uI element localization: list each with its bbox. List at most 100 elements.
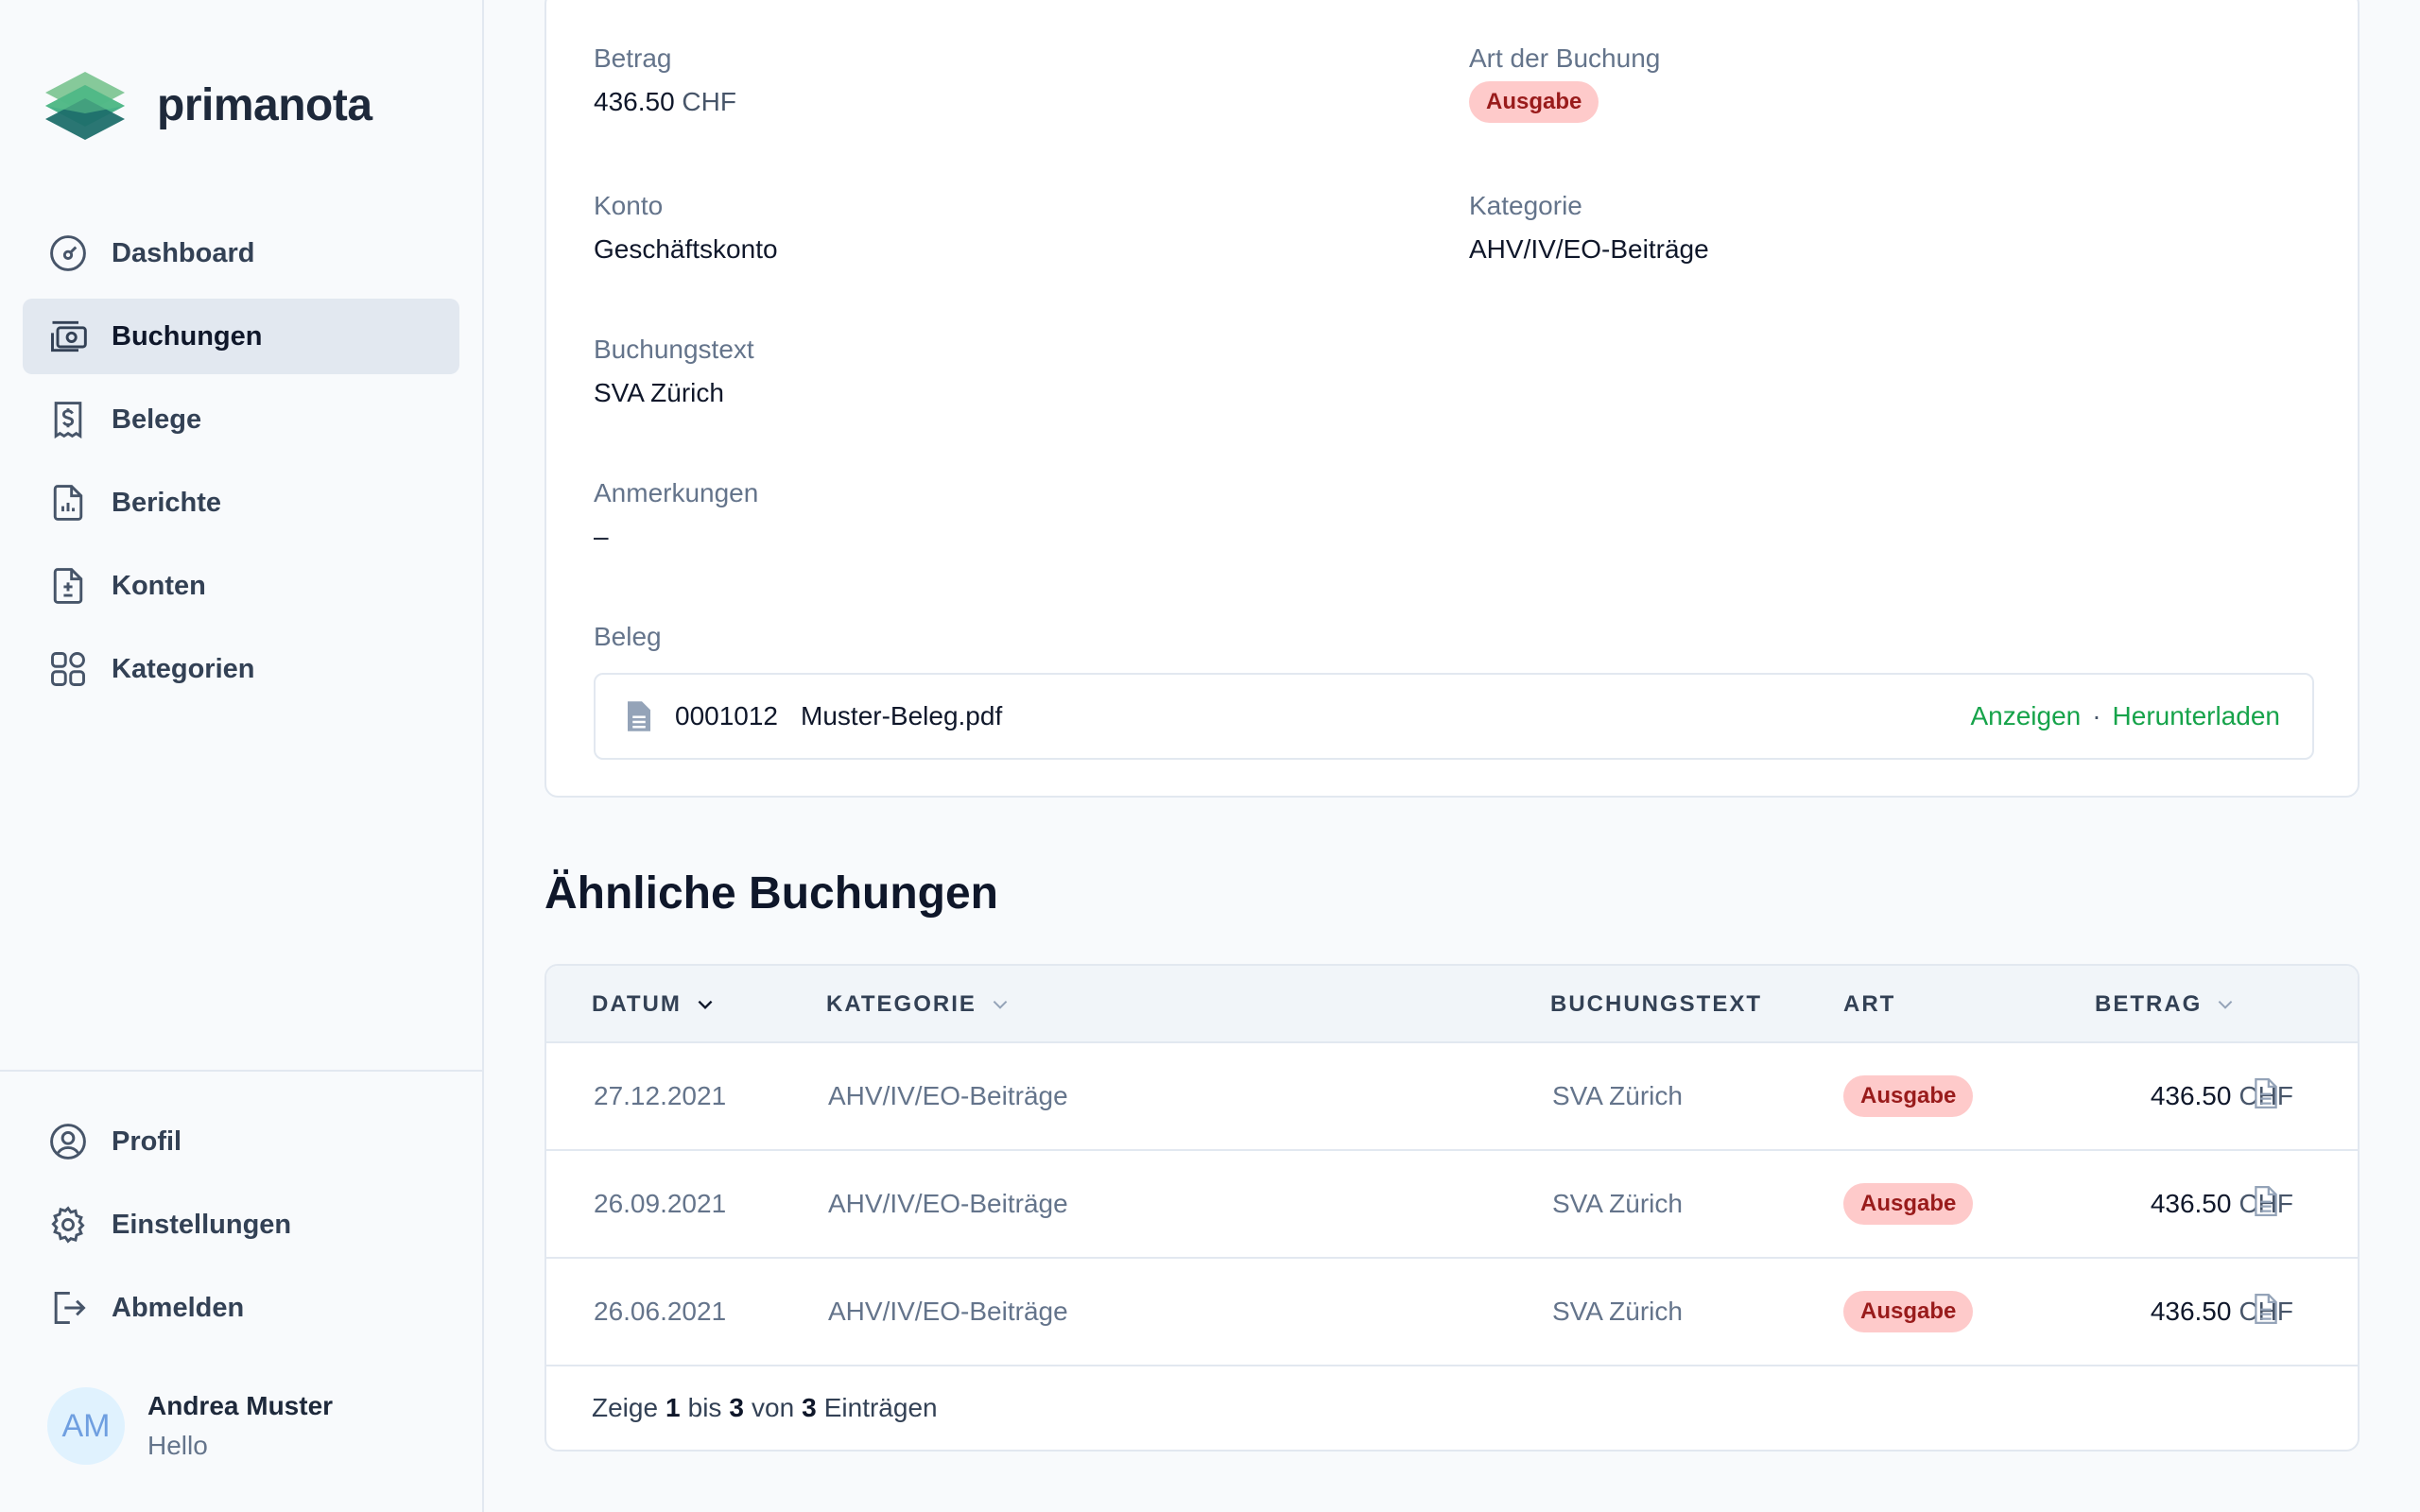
- cell-buchungstext: SVA Zürich: [1552, 1297, 1683, 1326]
- user-name: Andrea Muster: [147, 1391, 334, 1420]
- field-label: Buchungstext: [594, 335, 754, 364]
- field-value: SVA Zürich: [594, 378, 724, 407]
- sidebar-item-label: Konten: [112, 570, 206, 601]
- field-betrag: Betrag 436.50 CHF: [594, 43, 736, 117]
- sidebar-item-kategorien[interactable]: Kategorien: [23, 631, 459, 707]
- grid-icon: [47, 648, 89, 690]
- booking-detail-card: Betrag 436.50 CHF Art der Buchung Ausgab…: [544, 0, 2360, 798]
- chevron-down-icon: [993, 1000, 1008, 1009]
- cash-icon: [47, 316, 89, 357]
- cell-document[interactable]: [2252, 1043, 2280, 1149]
- status-badge: Ausgabe: [1843, 1291, 1974, 1332]
- document-icon: [628, 701, 650, 731]
- gear-icon: [47, 1204, 89, 1246]
- chevron-down-icon: [698, 1000, 713, 1010]
- sidebar-item-label: Einstellungen: [112, 1209, 292, 1240]
- attachment-number: 0001012: [675, 701, 779, 730]
- column-header-datum[interactable]: DATUM: [592, 966, 716, 1043]
- brand[interactable]: primanota: [42, 68, 372, 142]
- cell-datum: 26.06.2021: [594, 1297, 727, 1326]
- view-attachment-link[interactable]: Anzeigen: [1970, 701, 2081, 731]
- cell-kategorie: AHV/IV/EO-Beiträge: [828, 1297, 1068, 1326]
- pagination-mid2: von: [752, 1393, 795, 1422]
- column-header-betrag[interactable]: BETRAG: [2095, 966, 2236, 1043]
- field-art: Art der Buchung Ausgabe: [1469, 43, 1660, 123]
- similar-bookings-table: DATUM KATEGORIE BUCHUNGSTEXT ART BETRAG …: [544, 964, 2360, 1452]
- chevron-down-icon: [2219, 1000, 2233, 1009]
- field-anmerkungen: Anmerkungen –: [594, 478, 758, 552]
- sidebar-divider: [0, 1070, 484, 1072]
- separator: ·: [2092, 701, 2101, 730]
- download-attachment-link[interactable]: Herunterladen: [2113, 701, 2280, 731]
- field-buchungstext: Buchungstext SVA Zürich: [594, 335, 754, 408]
- user-subtitle: Hello: [147, 1431, 208, 1460]
- user-profile[interactable]: AM Andrea Muster Hello: [47, 1387, 333, 1465]
- main-nav: Dashboard Buchungen Belege Berichte Kont…: [23, 215, 459, 714]
- pagination-prefix: Zeige: [592, 1393, 659, 1422]
- logout-icon: [47, 1287, 89, 1329]
- gauge-icon: [47, 232, 89, 274]
- logo-icon: [45, 72, 125, 140]
- attachment-filename: Muster-Beleg.pdf: [801, 701, 1003, 730]
- category-link[interactable]: AHV/IV/EO-Beiträge: [1469, 234, 1709, 265]
- sidebar-item-label: Buchungen: [112, 320, 263, 352]
- avatar: AM: [47, 1387, 125, 1465]
- sidebar-item-dashboard[interactable]: Dashboard: [23, 215, 459, 291]
- amount-value: 436.50: [2150, 1297, 2232, 1326]
- table-row[interactable]: 26.06.2021 AHV/IV/EO-Beiträge SVA Zürich…: [546, 1259, 2358, 1366]
- field-label: Anmerkungen: [594, 478, 759, 507]
- sidebar-item-buchungen[interactable]: Buchungen: [23, 299, 459, 374]
- document-plusminus-icon: [47, 565, 89, 607]
- column-label: BETRAG: [2095, 991, 2203, 1017]
- field-label: Kategorie: [1469, 191, 1582, 220]
- section-title: Ähnliche Buchungen: [544, 868, 998, 919]
- sidebar-item-profil[interactable]: Profil: [23, 1104, 459, 1179]
- amount-value: 436.50: [2150, 1189, 2232, 1218]
- column-header-art: ART: [1843, 966, 1895, 1043]
- sidebar-item-konten[interactable]: Konten: [23, 548, 459, 624]
- pagination-to: 3: [729, 1393, 744, 1422]
- sidebar-item-label: Dashboard: [112, 237, 255, 268]
- table-row[interactable]: 27.12.2021 AHV/IV/EO-Beiträge SVA Zürich…: [546, 1043, 2358, 1151]
- sidebar-item-berichte[interactable]: Berichte: [23, 465, 459, 541]
- column-label: KATEGORIE: [826, 991, 977, 1017]
- pagination-mid1: bis: [687, 1393, 722, 1422]
- status-badge: Ausgabe: [1843, 1075, 1974, 1117]
- report-icon: [47, 482, 89, 524]
- field-konto: Konto Geschäftskonto: [594, 191, 778, 265]
- cell-art: Ausgabe: [1843, 1151, 1974, 1257]
- field-value: –: [594, 522, 609, 551]
- column-label: DATUM: [592, 991, 682, 1017]
- column-header-buchungstext: BUCHUNGSTEXT: [1550, 966, 1762, 1043]
- field-beleg: Beleg: [594, 622, 662, 652]
- column-label: ART: [1843, 991, 1896, 1017]
- field-kategorie: Kategorie AHV/IV/EO-Beiträge: [1469, 191, 1709, 265]
- cell-kategorie: AHV/IV/EO-Beiträge: [828, 1189, 1068, 1218]
- cell-datum: 27.12.2021: [594, 1081, 727, 1110]
- sidebar-item-label: Profil: [112, 1125, 182, 1157]
- cell-datum: 26.09.2021: [594, 1189, 727, 1218]
- pagination-info: Zeige 1 bis 3 von 3 Einträgen: [546, 1366, 2358, 1450]
- sidebar-item-einstellungen[interactable]: Einstellungen: [23, 1187, 459, 1263]
- field-label: Betrag: [594, 43, 672, 73]
- sidebar-item-label: Abmelden: [112, 1292, 245, 1323]
- cell-art: Ausgabe: [1843, 1043, 1974, 1149]
- cell-document[interactable]: [2252, 1259, 2280, 1365]
- status-badge: Ausgabe: [1469, 81, 1599, 123]
- cell-document[interactable]: [2252, 1151, 2280, 1257]
- table-row[interactable]: 26.09.2021 AHV/IV/EO-Beiträge SVA Zürich…: [546, 1151, 2358, 1259]
- sidebar-item-label: Berichte: [112, 487, 222, 518]
- sidebar-item-abmelden[interactable]: Abmelden: [23, 1270, 459, 1346]
- amount-unit: CHF: [682, 87, 736, 116]
- field-label: Beleg: [594, 622, 662, 651]
- document-icon[interactable]: [2252, 1185, 2280, 1224]
- field-value: 436.50 CHF: [594, 87, 736, 117]
- sidebar-item-belege[interactable]: Belege: [23, 382, 459, 457]
- sidebar-item-label: Kategorien: [112, 653, 255, 684]
- document-icon[interactable]: [2252, 1293, 2280, 1332]
- pagination-suffix: Einträgen: [823, 1393, 938, 1422]
- receipt-icon: [47, 399, 89, 440]
- field-label: Art der Buchung: [1469, 43, 1661, 73]
- column-header-kategorie[interactable]: KATEGORIE: [826, 966, 1011, 1043]
- document-icon[interactable]: [2252, 1077, 2280, 1116]
